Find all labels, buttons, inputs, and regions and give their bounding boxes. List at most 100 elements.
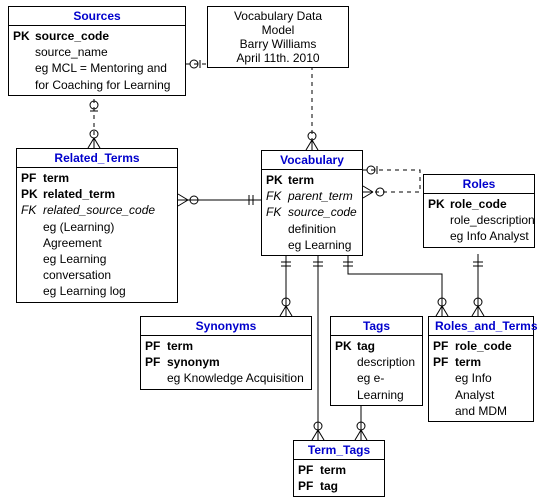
- attribute-name: term: [43, 170, 173, 186]
- attribute-name: eg MCL = Mentoring and: [35, 60, 181, 76]
- attribute-row: role_description: [428, 212, 530, 228]
- entity-term-tags-header: Term_Tags: [294, 441, 384, 460]
- attribute-row: eg e-Learning: [335, 370, 418, 402]
- entity-tags-header: Tags: [331, 317, 422, 336]
- attribute-row: PFterm: [21, 170, 173, 186]
- attribute-name: eg (Learning) Agreement: [43, 219, 173, 251]
- attribute-row: PFterm: [433, 354, 529, 370]
- attribute-key: [428, 228, 450, 244]
- attribute-name: role_code: [450, 196, 530, 212]
- attribute-row: for Coaching for Learning: [13, 77, 181, 93]
- attribute-name: term: [288, 172, 358, 188]
- attribute-name: for Coaching for Learning: [35, 77, 181, 93]
- entity-tags-body: PKtagdescriptioneg e-Learning: [331, 336, 422, 405]
- entity-synonyms: Synonyms PFtermPFsynonymeg Knowledge Acq…: [140, 316, 312, 390]
- attribute-key: [13, 77, 35, 93]
- attribute-name: definition: [288, 221, 358, 237]
- entity-tags: Tags PKtagdescriptioneg e-Learning: [330, 316, 423, 406]
- attribute-row: eg (Learning) Agreement: [21, 219, 173, 251]
- attribute-name: eg Knowledge Acquisition: [167, 370, 307, 386]
- entity-sources-body: PKsource_codesource_nameeg MCL = Mentori…: [9, 26, 185, 95]
- attribute-row: eg Learning: [266, 237, 358, 253]
- attribute-key: PK: [21, 186, 43, 202]
- attribute-row: eg Info Analyst: [433, 370, 529, 402]
- attribute-key: PK: [335, 338, 357, 354]
- entity-sources: Sources PKsource_codesource_nameeg MCL =…: [8, 6, 186, 96]
- attribute-key: PF: [298, 462, 320, 478]
- entity-sources-header: Sources: [9, 7, 185, 26]
- attribute-name: eg Learning conversation: [43, 251, 173, 283]
- attribute-name: synonym: [167, 354, 307, 370]
- entity-roles-and-terms-body: PFrole_codePFtermeg Info Analystand MDM: [429, 336, 533, 421]
- attribute-key: [13, 44, 35, 60]
- attribute-name: eg Info Analyst: [450, 228, 530, 244]
- attribute-name: source_name: [35, 44, 181, 60]
- attribute-key: [21, 251, 43, 283]
- attribute-key: [433, 370, 455, 402]
- attribute-name: eg Learning: [288, 237, 358, 253]
- attribute-key: [145, 370, 167, 386]
- attribute-key: PF: [433, 354, 455, 370]
- attribute-key: FK: [266, 188, 288, 204]
- entity-synonyms-body: PFtermPFsynonymeg Knowledge Acquisition: [141, 336, 311, 389]
- attribute-name: eg Learning log: [43, 283, 173, 299]
- entity-related-terms: Related_Terms PFtermPKrelated_termFKrela…: [16, 148, 178, 303]
- attribute-key: [266, 237, 288, 253]
- attribute-name: parent_term: [288, 188, 358, 204]
- attribute-key: PF: [145, 354, 167, 370]
- diagram-info-box: Vocabulary Data Model Barry Williams Apr…: [207, 6, 349, 68]
- entity-vocabulary-header: Vocabulary: [262, 151, 362, 170]
- attribute-row: PFterm: [145, 338, 307, 354]
- attribute-key: [335, 354, 357, 370]
- attribute-row: PKtag: [335, 338, 418, 354]
- attribute-key: PF: [433, 338, 455, 354]
- attribute-key: [428, 212, 450, 228]
- attribute-row: eg MCL = Mentoring and: [13, 60, 181, 76]
- attribute-row: eg Knowledge Acquisition: [145, 370, 307, 386]
- attribute-name: term: [167, 338, 307, 354]
- attribute-key: PK: [266, 172, 288, 188]
- attribute-row: description: [335, 354, 418, 370]
- attribute-name: tag: [357, 338, 418, 354]
- attribute-row: FKparent_term: [266, 188, 358, 204]
- entity-vocabulary: Vocabulary PKtermFKparent_termFKsource_c…: [261, 150, 363, 256]
- attribute-key: PF: [298, 478, 320, 494]
- attribute-row: PFrole_code: [433, 338, 529, 354]
- attribute-row: source_name: [13, 44, 181, 60]
- attribute-key: [335, 370, 357, 402]
- entity-roles-header: Roles: [424, 175, 534, 194]
- attribute-key: [13, 60, 35, 76]
- attribute-key: FK: [266, 204, 288, 220]
- attribute-row: and MDM: [433, 403, 529, 419]
- attribute-key: PF: [145, 338, 167, 354]
- attribute-key: [21, 283, 43, 299]
- entity-vocabulary-body: PKtermFKparent_termFKsource_codedefiniti…: [262, 170, 362, 255]
- attribute-key: PK: [13, 28, 35, 44]
- attribute-name: role_code: [455, 338, 529, 354]
- attribute-row: PFsynonym: [145, 354, 307, 370]
- attribute-name: term: [320, 462, 380, 478]
- attribute-key: PK: [428, 196, 450, 212]
- entity-term-tags-body: PFtermPFtag: [294, 460, 384, 496]
- attribute-name: source_code: [288, 204, 358, 220]
- diagram-date: April 11th. 2010: [216, 51, 340, 65]
- entity-roles-and-terms: Roles_and_Terms PFrole_codePFtermeg Info…: [428, 316, 534, 422]
- attribute-row: PFtag: [298, 478, 380, 494]
- entity-related-terms-header: Related_Terms: [17, 149, 177, 168]
- entity-term-tags: Term_Tags PFtermPFtag: [293, 440, 385, 497]
- attribute-name: related_source_code: [43, 202, 173, 218]
- entity-synonyms-header: Synonyms: [141, 317, 311, 336]
- attribute-name: role_description: [450, 212, 535, 228]
- attribute-row: PKrole_code: [428, 196, 530, 212]
- diagram-author: Barry Williams: [216, 37, 340, 51]
- attribute-key: [266, 221, 288, 237]
- attribute-key: FK: [21, 202, 43, 218]
- entity-roles: Roles PKrole_coderole_descriptioneg Info…: [423, 174, 535, 248]
- attribute-row: PKterm: [266, 172, 358, 188]
- attribute-row: PKsource_code: [13, 28, 181, 44]
- attribute-row: PFterm: [298, 462, 380, 478]
- attribute-row: eg Info Analyst: [428, 228, 530, 244]
- attribute-row: eg Learning log: [21, 283, 173, 299]
- attribute-key: PF: [21, 170, 43, 186]
- attribute-name: description: [357, 354, 418, 370]
